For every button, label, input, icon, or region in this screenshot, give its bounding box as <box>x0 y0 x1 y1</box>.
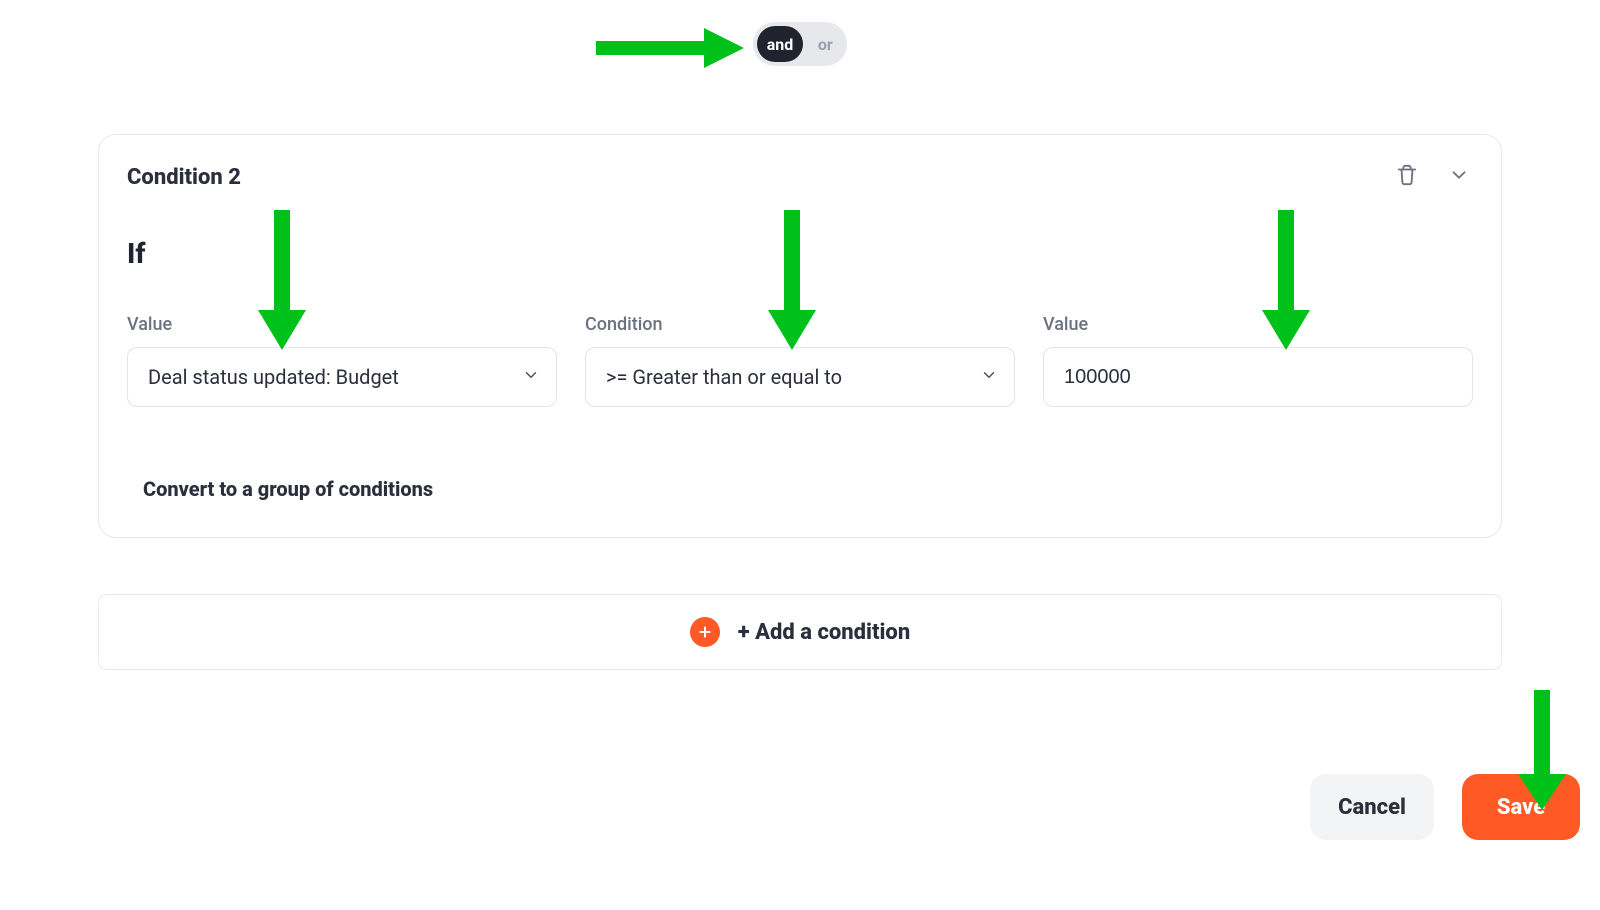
save-button[interactable]: Save <box>1462 774 1580 840</box>
if-label: If <box>127 237 1473 270</box>
comparator-selected: >= Greater than or equal to <box>606 365 842 389</box>
save-label: Save <box>1497 795 1545 820</box>
delete-button[interactable] <box>1393 163 1421 191</box>
value-left-selected: Deal status updated: Budget <box>148 365 399 389</box>
convert-to-group-link[interactable]: Convert to a group of conditions <box>127 477 1473 501</box>
chevron-down-icon <box>522 365 540 389</box>
chevron-down-icon <box>1448 164 1470 190</box>
operator-option-and[interactable]: and <box>757 26 804 62</box>
condition-card: Condition 2 If Value Deal stat <box>98 134 1502 538</box>
cancel-label: Cancel <box>1338 795 1406 820</box>
value-right-input[interactable] <box>1043 347 1473 407</box>
collapse-button[interactable] <box>1445 163 1473 191</box>
comparator-select[interactable]: >= Greater than or equal to <box>585 347 1015 407</box>
condition-label: Condition <box>585 314 1015 335</box>
operator-label-or: or <box>818 35 833 54</box>
plus-icon <box>690 617 720 647</box>
trash-icon <box>1396 164 1418 190</box>
operator-option-or[interactable]: or <box>807 26 843 62</box>
add-condition-label: + Add a condition <box>738 620 910 645</box>
condition-title: Condition 2 <box>127 165 241 190</box>
value-left-select[interactable]: Deal status updated: Budget <box>127 347 557 407</box>
value-right-label: Value <box>1043 314 1473 335</box>
cancel-button[interactable]: Cancel <box>1310 774 1434 840</box>
operator-toggle[interactable]: and or <box>753 22 848 66</box>
chevron-down-icon <box>980 365 998 389</box>
value-left-label: Value <box>127 314 557 335</box>
add-condition-button[interactable]: + Add a condition <box>98 594 1502 670</box>
convert-to-group-label: Convert to a group of conditions <box>143 477 433 501</box>
operator-label-and: and <box>767 35 794 54</box>
